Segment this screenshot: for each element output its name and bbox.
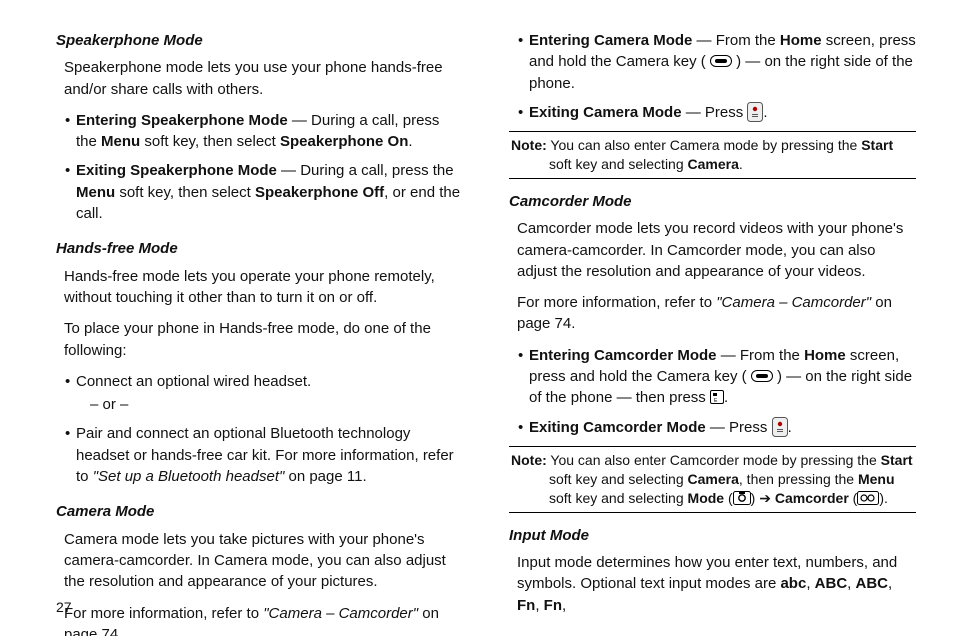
text-run: For more information, refer to — [517, 294, 716, 311]
list-item: Entering Camcorder Mode — From the Home … — [519, 345, 916, 409]
end-key-icon — [747, 102, 763, 122]
left-column: Speakerphone Mode Speakerphone mode lets… — [56, 30, 463, 624]
end-key-icon — [772, 417, 788, 437]
bold-run: Start — [881, 452, 913, 468]
camera-key-icon — [751, 370, 773, 382]
text-run: You can also enter Camcorder mode by pre… — [547, 452, 881, 468]
text-run: — Press — [682, 104, 748, 121]
italic-ref: "Set up a Bluetooth headset" — [93, 468, 285, 485]
note-camcorder: Note: You can also enter Camcorder mode … — [509, 446, 916, 513]
bold-run: Mode — [688, 490, 725, 506]
input-body: Input mode determines how you enter text… — [509, 552, 916, 616]
heading-camera: Camera Mode — [56, 501, 463, 522]
text-run: ). — [879, 490, 888, 506]
text-run: soft key and selecting — [549, 156, 688, 172]
italic-ref: "Camera – Camcorder" — [716, 294, 871, 311]
bold-run: Speakerphone Off — [255, 184, 384, 201]
heading-input: Input Mode — [509, 525, 916, 546]
bold-run: Menu — [76, 184, 115, 201]
text-run: , — [806, 575, 814, 592]
heading-speakerphone: Speakerphone Mode — [56, 30, 463, 51]
bold-run: Exiting Camera Mode — [529, 104, 682, 121]
camera-small-icon — [733, 491, 751, 505]
list-item: Pair and connect an optional Bluetooth t… — [66, 423, 463, 487]
note-label: Note: — [511, 452, 547, 468]
camcorder-ref: For more information, refer to "Camera –… — [509, 292, 916, 335]
text-run: , — [847, 575, 855, 592]
text-run: ( — [849, 490, 858, 506]
text-run: — From the — [717, 347, 805, 364]
bold-run: Fn — [517, 597, 535, 614]
text-run: Connect an optional wired headset. — [76, 373, 311, 390]
text-run: , — [888, 575, 892, 592]
text-run: soft key, then select — [140, 133, 280, 150]
note-camera: Note: You can also enter Camera mode by … — [509, 131, 916, 179]
handsfree-intro: Hands-free mode lets you operate your ph… — [56, 266, 463, 309]
camcorder-softkey-icon: E — [710, 390, 724, 404]
arrow-glyph: ➔ — [755, 490, 775, 506]
speakerphone-intro: Speakerphone mode lets you use your phon… — [56, 57, 463, 100]
heading-handsfree: Hands-free Mode — [56, 238, 463, 259]
list-item: Connect an optional wired headset. – or … — [66, 371, 463, 416]
bold-run: Start — [861, 137, 893, 153]
camera-ref: For more information, refer to "Camera –… — [56, 603, 463, 636]
list-item: Entering Speakerphone Mode — During a ca… — [66, 110, 463, 153]
camcorder-intro: Camcorder mode lets you record videos wi… — [509, 218, 916, 282]
text-run: soft key, then select — [115, 184, 255, 201]
bold-run: Entering Camera Mode — [529, 32, 692, 49]
text-run: , then pressing the — [739, 471, 858, 487]
text-run: on page 11. — [284, 468, 366, 485]
text-run: — During a call, press the — [277, 162, 454, 179]
text-run: . — [739, 156, 743, 172]
bold-run: Exiting Speakerphone Mode — [76, 162, 277, 179]
bold-run: Entering Speakerphone Mode — [76, 112, 288, 129]
text-run: ( — [724, 490, 733, 506]
camcorder-bullets: Entering Camcorder Mode — From the Home … — [509, 345, 916, 438]
bold-run: Entering Camcorder Mode — [529, 347, 717, 364]
bold-run: ABC — [856, 575, 889, 592]
heading-camcorder: Camcorder Mode — [509, 191, 916, 212]
text-run: For more information, refer to — [64, 605, 263, 622]
list-item: Exiting Camcorder Mode — Press . — [519, 417, 916, 438]
italic-ref: "Camera – Camcorder" — [263, 605, 418, 622]
bold-run: Fn — [544, 597, 562, 614]
bold-run: Speakerphone On — [280, 133, 408, 150]
note-label: Note: — [511, 137, 547, 153]
text-run: — Press — [706, 419, 772, 436]
handsfree-bullets: Connect an optional wired headset. – or … — [56, 371, 463, 487]
bold-run: Exiting Camcorder Mode — [529, 419, 706, 436]
bold-run: Camera — [688, 471, 739, 487]
text-run: soft key and selecting — [549, 490, 688, 506]
list-item: Entering Camera Mode — From the Home scr… — [519, 30, 916, 94]
manual-page: Speakerphone Mode Speakerphone mode lets… — [0, 0, 954, 636]
bold-run: abc — [780, 575, 806, 592]
bold-run: ABC — [815, 575, 848, 592]
text-run: You can also enter Camera mode by pressi… — [547, 137, 861, 153]
bold-run: Camcorder — [775, 490, 849, 506]
bold-run: Home — [780, 32, 822, 49]
text-run: — From the — [692, 32, 780, 49]
text-run: , — [535, 597, 543, 614]
camcorder-small-icon — [857, 491, 879, 505]
bold-run: Menu — [101, 133, 140, 150]
list-item: Exiting Speakerphone Mode — During a cal… — [66, 160, 463, 224]
text-run: soft key and selecting — [549, 471, 688, 487]
or-separator: – or – — [76, 394, 463, 415]
speakerphone-bullets: Entering Speakerphone Mode — During a ca… — [56, 110, 463, 224]
camera-mode-bullets: Entering Camera Mode — From the Home scr… — [509, 30, 916, 123]
handsfree-lead: To place your phone in Hands-free mode, … — [56, 318, 463, 361]
bold-run: Menu — [858, 471, 895, 487]
page-number: 27 — [56, 598, 72, 618]
bold-run: Camera — [688, 156, 739, 172]
camera-intro: Camera mode lets you take pictures with … — [56, 529, 463, 593]
camera-key-icon — [710, 55, 732, 67]
list-item: Exiting Camera Mode — Press . — [519, 102, 916, 123]
right-column: Entering Camera Mode — From the Home scr… — [505, 30, 916, 624]
bold-run: Home — [804, 347, 846, 364]
